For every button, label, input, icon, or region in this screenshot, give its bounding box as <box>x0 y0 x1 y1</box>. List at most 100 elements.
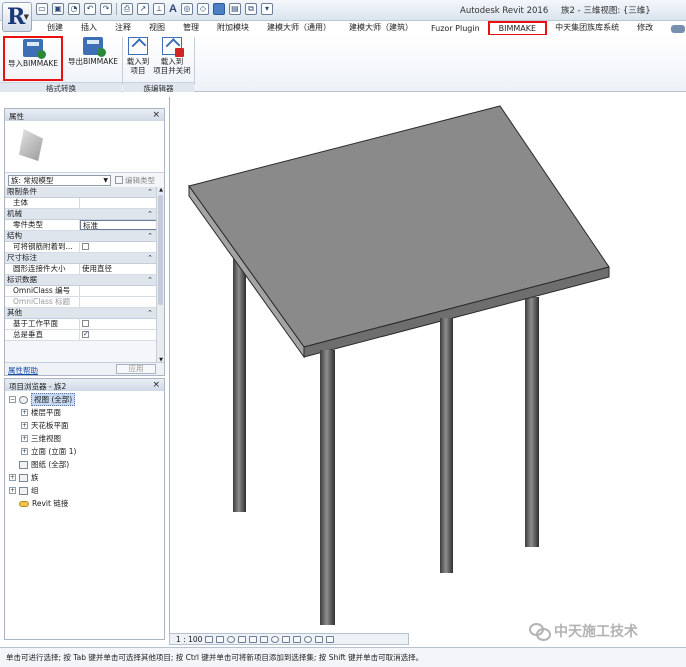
tree-item-revit-links[interactable]: Revit 链接 <box>9 497 164 510</box>
edit-type-button[interactable]: 编辑类型 <box>115 175 155 186</box>
export-bimmake-button[interactable]: 导出BIMMAKE <box>66 37 120 66</box>
connector-size-value[interactable]: 使用直径 <box>80 264 157 274</box>
tab-create[interactable]: 创建 <box>38 21 72 35</box>
group-label: 机械 <box>7 209 22 218</box>
work-plane-based-checkbox[interactable] <box>82 320 89 327</box>
watermark: 中天施工技术 <box>529 621 638 641</box>
tree-item-floor-plans[interactable]: + 楼层平面 <box>9 406 164 419</box>
lock-3d-view-icon[interactable] <box>293 635 302 643</box>
group-icon <box>19 486 28 495</box>
open-icon[interactable]: ▭ <box>36 3 48 15</box>
render-icon[interactable] <box>249 635 258 643</box>
tab-bimmake[interactable]: BIMMAKE <box>487 21 548 36</box>
properties-title-bar: 属性 × <box>5 109 164 121</box>
tree-item-ceiling-plans[interactable]: + 天花板平面 <box>9 419 164 432</box>
print-icon[interactable]: ⎙ <box>121 3 133 15</box>
highlight-displacement-icon[interactable] <box>315 635 324 643</box>
tab-annotate[interactable]: 注释 <box>106 21 140 35</box>
group-constraints[interactable]: 限制条件 ⌃ <box>5 187 157 198</box>
apply-button[interactable]: 应用 <box>116 364 156 374</box>
close-hidden-windows-icon[interactable]: ▤ <box>228 3 241 15</box>
always-vertical-checkbox[interactable] <box>82 330 89 339</box>
wechat-logo-icon <box>529 623 551 641</box>
import-bimmake-button[interactable]: 导入BIMMAKE <box>3 36 63 81</box>
instance-type-dropdown[interactable]: 族: 常规模型 ▼ <box>8 174 111 186</box>
tab-fuzor-plugin[interactable]: Fuzor Plugin <box>422 23 489 35</box>
sun-path-icon[interactable] <box>227 635 236 643</box>
visual-style-icon[interactable] <box>216 635 225 643</box>
application-menu-button[interactable]: R ▼ <box>2 2 32 32</box>
drawing-area[interactable] <box>169 97 686 645</box>
prop-value <box>80 297 157 307</box>
sync-icon[interactable]: ◔ <box>68 3 80 15</box>
save-icon[interactable]: ▣ <box>52 3 64 15</box>
expand-icon[interactable]: + <box>21 422 28 429</box>
prop-value[interactable] <box>80 198 157 208</box>
ribbon-minimize-toggle[interactable]: ▾ <box>662 23 686 35</box>
view-scale[interactable]: 1 : 100 <box>176 635 202 644</box>
crop-view-icon[interactable] <box>260 635 269 643</box>
constraints-icon[interactable] <box>326 635 335 643</box>
tree-item-elevations[interactable]: + 立面 (立面 1) <box>9 445 164 458</box>
expand-icon[interactable]: + <box>9 474 16 481</box>
expand-icon[interactable]: + <box>21 409 28 416</box>
customize-qat-icon[interactable]: ▾ <box>260 3 273 15</box>
tree-item-sheets[interactable]: 图纸 (全部) <box>9 458 164 471</box>
group-label: 尺寸标注 <box>7 253 37 262</box>
undo-icon[interactable]: ↶ <box>84 3 96 15</box>
tree-item-families[interactable]: + 族 <box>9 471 164 484</box>
analysis-display-icon[interactable] <box>304 635 313 643</box>
group-identity-data[interactable]: 标识数据 ⌃ <box>5 275 157 286</box>
tab-insert[interactable]: 插入 <box>72 21 106 35</box>
default-3d-view-icon[interactable]: ◎ <box>180 3 193 15</box>
table-leg-back-right <box>525 297 539 547</box>
redo-icon[interactable]: ↷ <box>100 3 112 15</box>
load-into-project-and-close-button[interactable]: 载入到 项目并关闭 <box>152 37 192 75</box>
properties-help-link[interactable]: 属性帮助 <box>8 365 38 376</box>
close-icon[interactable]: × <box>152 110 160 120</box>
load-into-project-button[interactable]: 载入到 项目 <box>124 37 152 75</box>
measure-icon[interactable]: ↗ <box>137 3 149 15</box>
tab-manage[interactable]: 管理 <box>174 21 208 35</box>
text-tool-icon[interactable]: A <box>169 3 177 15</box>
tree-item-views[interactable]: − 视图 (全部) <box>9 393 164 406</box>
part-type-field[interactable]: 标准 <box>80 220 157 230</box>
expand-icon[interactable]: + <box>21 448 28 455</box>
tree-item-groups[interactable]: + 组 <box>9 484 164 497</box>
tab-family-library[interactable]: 中天集团族库系统 <box>546 21 628 35</box>
expand-icon[interactable]: + <box>21 435 28 442</box>
rebar-host-checkbox[interactable] <box>82 243 89 250</box>
prop-value[interactable] <box>80 286 157 296</box>
tree-item-3d-views[interactable]: + 三维视图 <box>9 432 164 445</box>
reveal-hidden-icon[interactable] <box>282 635 291 643</box>
type-selector-preview[interactable] <box>5 121 164 173</box>
tab-view[interactable]: 视图 <box>140 21 174 35</box>
group-mechanical[interactable]: 机械 ⌃ <box>5 209 157 220</box>
tab-modify[interactable]: 修改 <box>628 21 662 35</box>
group-structural[interactable]: 结构 ⌃ <box>5 231 157 242</box>
project-browser-title-bar: 项目浏览器 - 族2 × <box>5 379 164 391</box>
detail-level-icon[interactable] <box>205 635 214 643</box>
temporary-hide-icon[interactable] <box>271 635 280 643</box>
tab-modeling-master-architecture[interactable]: 建模大师（建筑） <box>340 21 422 35</box>
tab-modeling-master-general[interactable]: 建模大师（通用） <box>258 21 340 35</box>
group-dimensions[interactable]: 尺寸标注 ⌃ <box>5 253 157 264</box>
dimension-icon[interactable]: ⟂ <box>153 3 165 15</box>
scroll-up-icon[interactable]: ▲ <box>157 187 165 193</box>
section-icon[interactable]: ◇ <box>196 3 209 15</box>
switch-windows-icon[interactable]: ⧉ <box>244 3 257 15</box>
expand-icon[interactable]: + <box>9 487 16 494</box>
shadows-icon[interactable] <box>238 635 247 643</box>
properties-scrollbar[interactable]: ▲ ▼ <box>156 187 164 363</box>
scrollbar-thumb[interactable] <box>158 195 163 305</box>
prop-row-rebar-host: 可将钢筋附着到... <box>5 242 157 253</box>
thin-lines-icon[interactable] <box>212 3 225 15</box>
group-other[interactable]: 其他 ⌃ <box>5 308 157 319</box>
document-name: 族2 - 三维视图: {三维} <box>560 6 651 16</box>
tab-add-ins[interactable]: 附加模块 <box>208 21 258 35</box>
close-icon[interactable]: × <box>152 380 160 390</box>
group-label: 结构 <box>7 231 22 240</box>
collapse-icon[interactable]: − <box>9 396 16 403</box>
load-and-close-icon <box>162 37 184 57</box>
edit-type-icon <box>115 176 123 184</box>
